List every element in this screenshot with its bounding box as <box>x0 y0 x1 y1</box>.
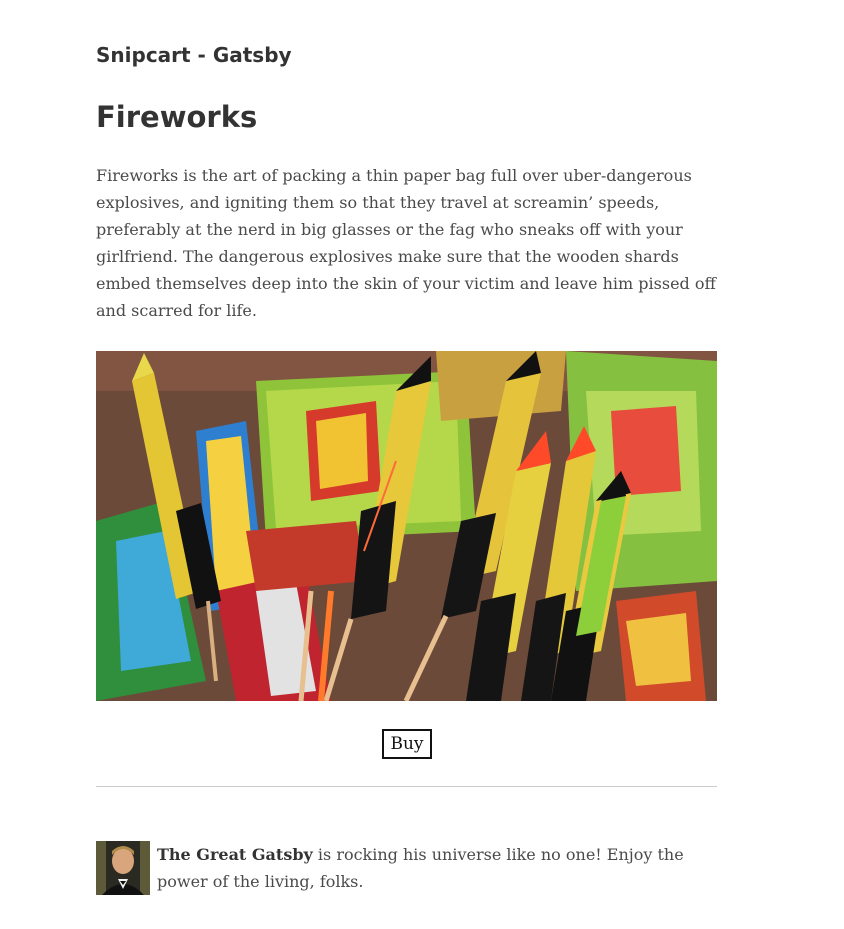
divider <box>96 786 717 787</box>
bio-name: The Great Gatsby <box>157 845 313 864</box>
site-title[interactable]: Snipcart - Gatsby <box>96 40 292 70</box>
product-image <box>96 351 717 701</box>
bio-text: The Great Gatsby is rocking his universe… <box>157 841 697 895</box>
page-title: Fireworks <box>96 100 258 134</box>
product-description: Fireworks is the art of packing a thin p… <box>96 166 716 320</box>
avatar <box>96 841 150 895</box>
buy-button[interactable]: Buy <box>382 729 432 759</box>
